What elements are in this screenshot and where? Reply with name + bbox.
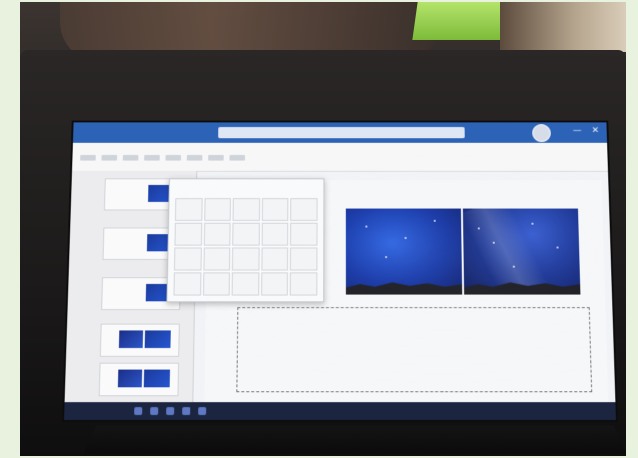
table-cell[interactable] bbox=[202, 272, 231, 296]
night-sky-image[interactable] bbox=[345, 208, 463, 295]
close-icon[interactable]: ✕ bbox=[592, 126, 600, 135]
table-cell[interactable] bbox=[231, 272, 260, 296]
table-cell[interactable] bbox=[203, 247, 231, 271]
table-cell[interactable] bbox=[232, 198, 260, 221]
ribbon-tool[interactable] bbox=[101, 154, 118, 161]
table-cell[interactable] bbox=[203, 198, 232, 221]
table-cell[interactable] bbox=[261, 222, 289, 246]
table-cell[interactable] bbox=[261, 247, 289, 271]
table-cell[interactable] bbox=[173, 272, 202, 296]
taskbar-app-icon[interactable] bbox=[198, 407, 207, 416]
minimize-icon[interactable]: — bbox=[573, 126, 582, 135]
table-cell[interactable] bbox=[173, 247, 202, 271]
table-cell[interactable] bbox=[290, 198, 318, 221]
windows-start-icon[interactable] bbox=[134, 407, 143, 416]
table-cell[interactable] bbox=[261, 198, 289, 221]
table-cell[interactable] bbox=[203, 222, 231, 246]
background-green-object bbox=[412, 2, 508, 40]
taskbar-app-icon[interactable] bbox=[150, 407, 159, 416]
window-titlebar: — ✕ bbox=[72, 122, 608, 143]
photo: — ✕ bbox=[20, 2, 626, 456]
background-right bbox=[500, 2, 626, 52]
search-box[interactable] bbox=[218, 127, 465, 139]
slide-thumbnail[interactable] bbox=[98, 362, 180, 397]
ribbon bbox=[71, 142, 609, 172]
ribbon-tool[interactable] bbox=[229, 154, 246, 161]
table-insert-popup bbox=[166, 178, 325, 303]
ribbon-tool[interactable] bbox=[122, 154, 139, 161]
taskbar bbox=[64, 402, 616, 420]
ribbon-tool[interactable] bbox=[208, 154, 224, 161]
table-cell[interactable] bbox=[232, 222, 260, 246]
content-placeholder[interactable] bbox=[236, 307, 593, 393]
table-cell[interactable] bbox=[290, 222, 318, 246]
milky-way-image[interactable] bbox=[462, 208, 581, 295]
table-cell[interactable] bbox=[174, 222, 202, 246]
ribbon-tool[interactable] bbox=[80, 154, 96, 161]
table-cell[interactable] bbox=[290, 247, 318, 271]
laptop-keyboard bbox=[83, 425, 626, 454]
table-cell[interactable] bbox=[260, 272, 289, 296]
taskbar-app-icon[interactable] bbox=[166, 407, 175, 416]
table-cell[interactable] bbox=[290, 272, 318, 296]
table-cell[interactable] bbox=[174, 198, 203, 221]
ribbon-tool[interactable] bbox=[144, 154, 160, 161]
taskbar-app-icon[interactable] bbox=[182, 407, 191, 416]
ribbon-tool[interactable] bbox=[165, 154, 182, 161]
laptop-screen: — ✕ bbox=[64, 122, 616, 420]
avatar-icon[interactable] bbox=[532, 124, 551, 142]
table-cell[interactable] bbox=[232, 247, 260, 271]
slide-thumbnail[interactable] bbox=[99, 323, 180, 357]
ribbon-tools bbox=[80, 154, 246, 161]
ribbon-tool[interactable] bbox=[186, 154, 203, 161]
